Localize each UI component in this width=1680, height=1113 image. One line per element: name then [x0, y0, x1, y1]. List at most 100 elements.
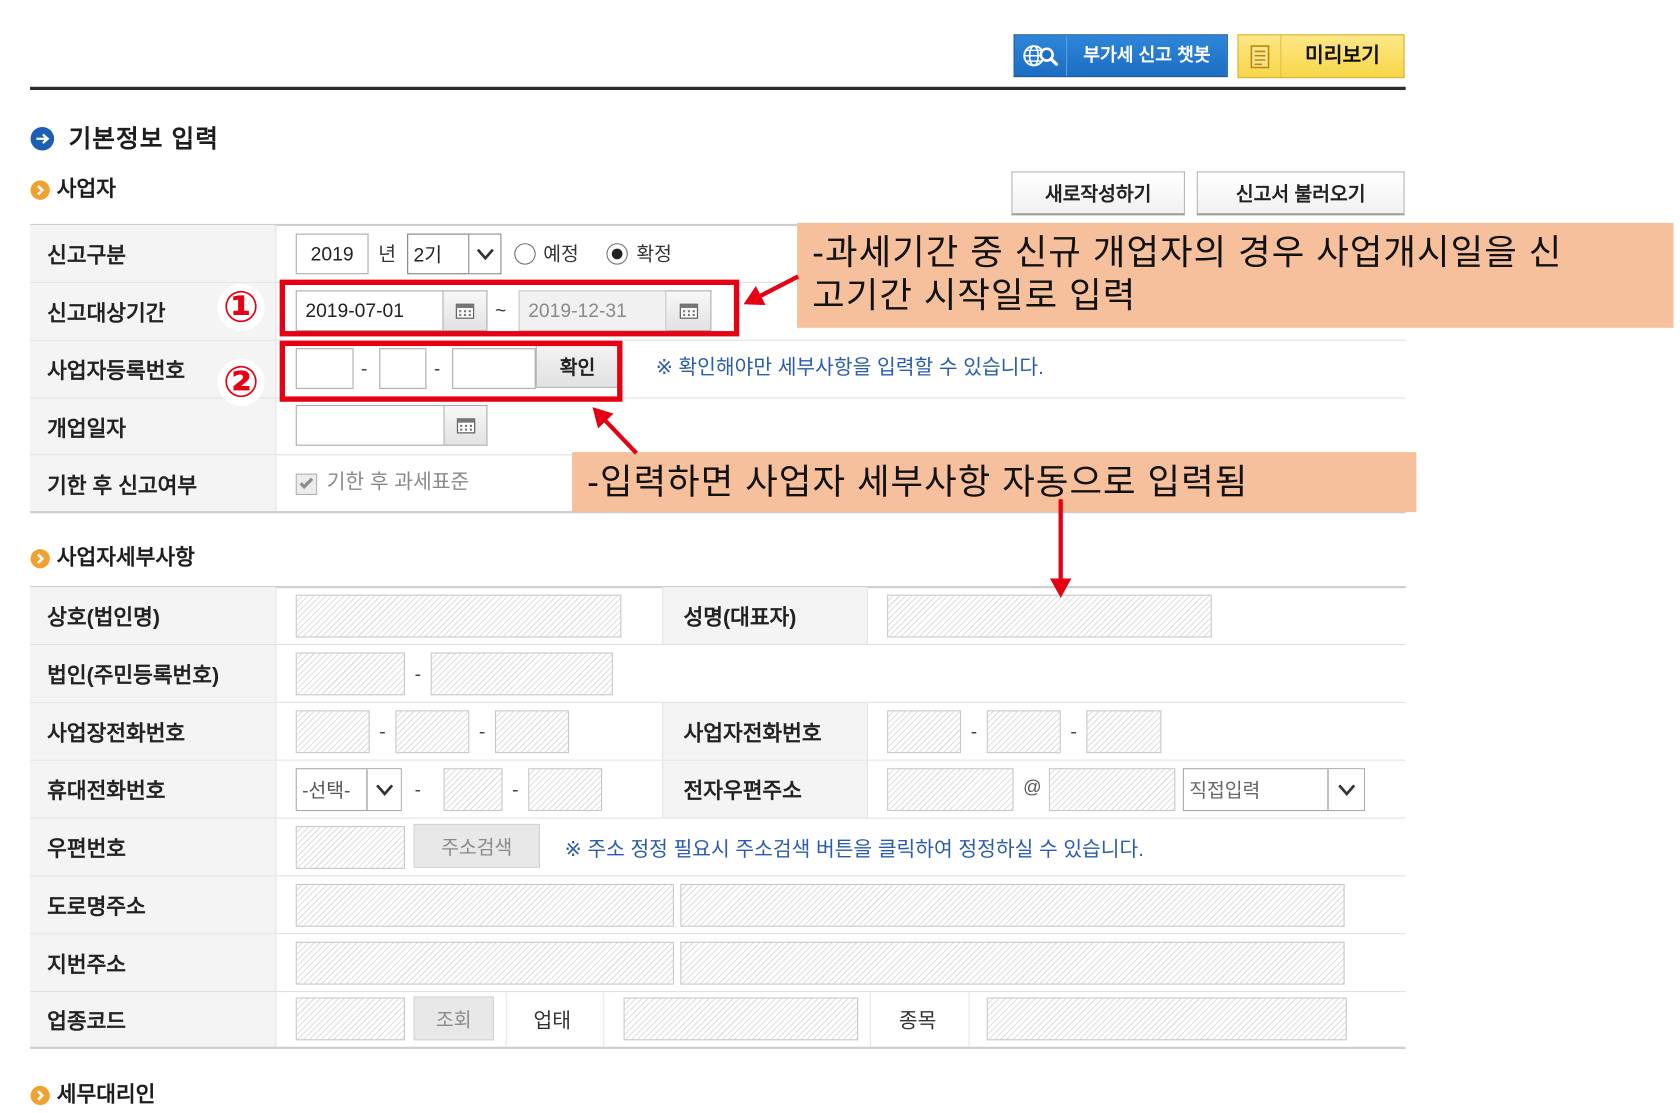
address-search-button[interactable]: 주소검색	[413, 823, 540, 868]
phone-separator: -	[1070, 721, 1077, 743]
corp-id-separator: -	[414, 663, 422, 685]
address-note: ※ 주소 정정 필요시 주소검색 버튼을 클릭하여 정정하실 수 있습니다.	[564, 838, 1144, 862]
load-report-button[interactable]: 신고서 불러오기	[1196, 171, 1405, 216]
row-lot-address: 지번주소	[29, 934, 1406, 993]
report-type-label: 신고구분	[29, 224, 277, 282]
red-arrow-to-details	[1049, 499, 1072, 598]
lot-address-input[interactable]	[295, 941, 674, 985]
preview-button[interactable]: 미리보기	[1237, 34, 1405, 79]
mobile-prefix-select[interactable]: -선택-	[295, 768, 402, 812]
late-filing-checkbox[interactable]	[295, 473, 318, 495]
radio-scheduled[interactable]	[514, 243, 536, 265]
email-local-input[interactable]	[887, 768, 1014, 812]
period-select-value: 2기	[413, 244, 443, 266]
road-address-input[interactable]	[295, 883, 674, 927]
chevron-down-icon	[366, 769, 401, 810]
year-input[interactable]	[295, 233, 369, 275]
business-phone-part3-input[interactable]	[494, 710, 569, 754]
chevron-circle-icon	[30, 180, 50, 200]
document-icon-graphic	[1250, 44, 1269, 68]
row-business-phone: 사업장전화번호 - - 사업자전화번호 - -	[29, 702, 1406, 761]
chevron-circle-icon	[30, 549, 50, 569]
lot-address-detail-input[interactable]	[680, 941, 1345, 985]
chevron-down-icon-graphic	[375, 784, 393, 796]
confirm-note: ※ 확인해야만 세부사항을 입력할 수 있습니다.	[655, 356, 1044, 380]
vat-chatbot-button[interactable]: 부가세 신고 챗봇	[1013, 34, 1228, 78]
email-at-sign: @	[1023, 776, 1042, 798]
table-bottom-border	[29, 1046, 1406, 1049]
row-corp-id: 법인(주민등록번호) -	[29, 644, 1406, 703]
mobile-prefix-value: -선택-	[302, 779, 351, 802]
phone-separator: -	[379, 721, 386, 743]
globe-search-icon	[1015, 35, 1068, 77]
annotation-period-line-2: 고기간 시작일로 입력	[812, 275, 1137, 315]
annotation-autofill-note: -입력하면 사업자 세부사항 자동으로 입력됨	[572, 452, 1417, 513]
radio-final[interactable]	[606, 243, 628, 265]
late-filing-label: 기한 후 신고여부	[29, 455, 277, 512]
mobile-label: 휴대전화번호	[29, 760, 277, 818]
road-address-detail-input[interactable]	[680, 883, 1345, 927]
corp-id-part2-input[interactable]	[430, 652, 613, 696]
business-title: 사업자	[56, 177, 116, 202]
corp-id-label: 법인(주민등록번호)	[29, 644, 277, 702]
owner-phone-part2-input[interactable]	[986, 710, 1061, 754]
postcode-label: 우편번호	[29, 818, 277, 876]
calendar-icon-graphic	[456, 418, 475, 434]
preview-label: 미리보기	[1304, 44, 1380, 68]
business-item-input[interactable]	[986, 997, 1347, 1041]
late-filing-checkbox-label: 기한 후 과세표준	[326, 471, 470, 494]
road-address-label: 도로명주소	[29, 876, 277, 934]
phone-separator: -	[414, 778, 422, 801]
trade-name-input[interactable]	[295, 594, 622, 638]
document-icon	[1239, 35, 1282, 78]
arrow-circle-icon	[30, 126, 55, 151]
phone-separator: -	[970, 721, 978, 743]
email-label: 전자우편주소	[662, 760, 868, 818]
row-postcode: 우편번호 주소검색 ※ 주소 정정 필요시 주소검색 버튼을 클릭하여 정정하실…	[29, 818, 1406, 877]
owner-phone-part1-input[interactable]	[887, 710, 962, 754]
year-unit: 년	[378, 243, 396, 265]
industry-code-input[interactable]	[295, 997, 405, 1041]
chevron-down-icon	[468, 234, 501, 274]
radio-scheduled-label: 예정	[543, 243, 579, 265]
row-industry-code: 업종코드 조회 업태 종목	[29, 992, 1406, 1047]
new-form-button[interactable]: 새로작성하기	[1011, 171, 1185, 216]
calendar-icon[interactable]	[444, 404, 488, 446]
step-marker-2: ②	[217, 358, 265, 406]
row-mobile: 휴대전화번호 -선택- - - 전자우편주소 @ 직접입력	[29, 760, 1406, 819]
row-road-address: 도로명주소	[29, 876, 1406, 935]
email-domain-input[interactable]	[1048, 768, 1176, 812]
section-title: 기본정보 입력	[68, 124, 219, 153]
phone-separator: -	[478, 721, 486, 743]
globe-search-icon-graphic	[1023, 45, 1059, 67]
chevron-down-icon-graphic	[1337, 784, 1355, 796]
phone-separator: -	[512, 778, 519, 801]
email-domain-select[interactable]: 직접입력	[1182, 768, 1365, 812]
representative-input[interactable]	[887, 594, 1212, 638]
representative-label: 성명(대표자)	[662, 587, 868, 644]
business-item-label: 종목	[869, 992, 970, 1047]
industry-code-label: 업종코드	[29, 992, 277, 1047]
postcode-input[interactable]	[295, 826, 405, 869]
business-type-input[interactable]	[623, 997, 859, 1041]
business-type-label: 업태	[505, 992, 605, 1047]
period-select[interactable]: 2기	[407, 233, 502, 275]
mobile-part2-input[interactable]	[443, 768, 503, 812]
highlight-box-period	[279, 279, 740, 337]
corp-id-part1-input[interactable]	[295, 652, 405, 696]
trade-name-label: 상호(법인명)	[29, 587, 277, 644]
step-marker-1: ①	[217, 284, 265, 332]
business-phone-part2-input[interactable]	[395, 710, 470, 754]
lot-address-label: 지번주소	[29, 934, 277, 992]
business-phone-part1-input[interactable]	[295, 710, 370, 754]
annotation-period-note: -과세기간 중 신규 개업자의 경우 사업개시일을 신 고기간 시작일로 입력	[797, 222, 1674, 328]
opening-date-input[interactable]	[295, 404, 445, 446]
highlight-box-registration	[279, 340, 623, 402]
tax-agent-title: 세무대리인	[56, 1083, 156, 1107]
mobile-part3-input[interactable]	[528, 768, 603, 812]
owner-phone-label: 사업자전화번호	[662, 702, 868, 760]
owner-phone-part3-input[interactable]	[1086, 710, 1162, 754]
details-title: 사업자세부사항	[56, 546, 195, 570]
business-phone-label: 사업장전화번호	[29, 702, 277, 760]
lookup-button[interactable]: 조회	[413, 996, 494, 1041]
